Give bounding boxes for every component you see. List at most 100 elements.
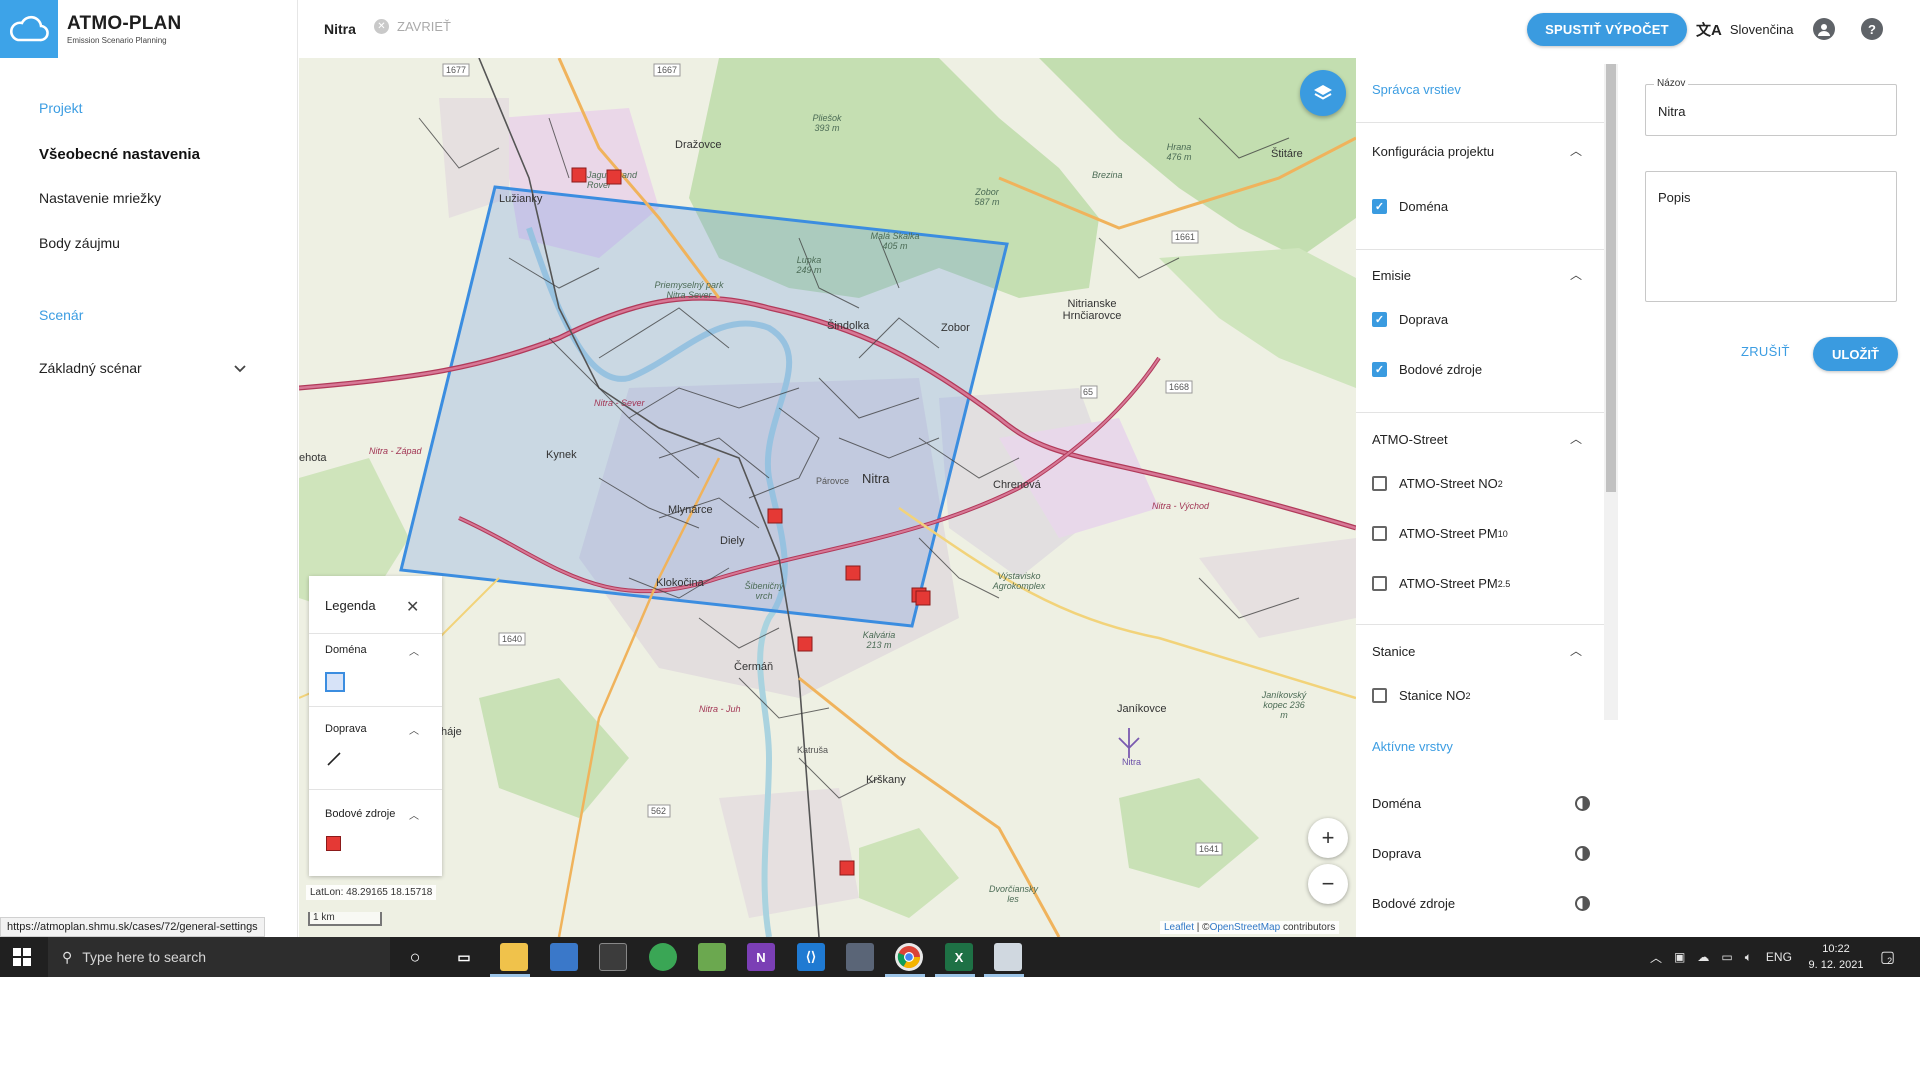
legend-title: Legenda [325, 598, 376, 613]
close-icon[interactable]: ✕ [406, 597, 419, 617]
name-field-value[interactable]: Nitra [1658, 104, 1685, 119]
layer-group-stations[interactable]: Stanice [1372, 644, 1415, 659]
close-circle-icon: ✕ [374, 19, 389, 34]
cloud-icon [0, 0, 58, 58]
description-field[interactable]: Popis [1645, 171, 1897, 302]
chevron-up-icon[interactable]: ︿ [1570, 430, 1582, 447]
point-source-marker[interactable] [767, 508, 783, 524]
chevron-up-icon[interactable]: ︿ [409, 722, 419, 737]
layer-label: ATMO-Street PM [1399, 576, 1498, 591]
calculator-icon[interactable] [846, 943, 874, 971]
cortana-icon[interactable]: ○ [401, 943, 429, 971]
layers-toggle-button[interactable] [1300, 70, 1346, 116]
layer-group-atmo-street[interactable]: ATMO-Street [1372, 432, 1448, 447]
map-legend: Legenda ✕ Doména ︿ Doprava ︿ Bodové zdro… [309, 576, 442, 876]
volume-icon[interactable]: 🔈︎ [1745, 950, 1752, 965]
zoom-in-button[interactable]: + [1308, 818, 1348, 858]
legend-section-domain: Doména [325, 644, 367, 656]
account-icon[interactable] [1813, 18, 1835, 40]
nav-section-project: Projekt [39, 100, 83, 116]
globe-icon[interactable] [649, 943, 677, 971]
zoom-out-button[interactable]: − [1308, 864, 1348, 904]
paint-icon[interactable] [994, 943, 1022, 971]
point-source-marker[interactable] [839, 860, 855, 876]
close-case-label: ZAVRIEŤ [397, 19, 451, 34]
input-language[interactable]: ENG [1766, 950, 1792, 964]
opacity-icon[interactable] [1575, 896, 1590, 911]
active-layer-point-sources: Bodové zdroje [1372, 896, 1456, 911]
settings-form: Názov Nitra Popis [1621, 58, 1920, 937]
vscode-icon[interactable]: ⟨⟩ [797, 943, 825, 971]
language-label: Slovenčina [1729, 22, 1794, 37]
point-source-marker[interactable] [845, 565, 861, 581]
layer-checkbox-atmo-pm25[interactable]: ATMO-Street PM 2.5 [1372, 576, 1510, 591]
language-selector[interactable]: 文A Slovenčina [1696, 19, 1793, 40]
chevron-up-icon[interactable]: ︿ [1650, 949, 1662, 966]
point-source-marker[interactable] [606, 169, 622, 185]
description-placeholder: Popis [1658, 190, 1691, 205]
nav-item-grid-settings[interactable]: Nastavenie mriežky [39, 190, 161, 206]
layer-checkbox-atmo-pm10[interactable]: ATMO-Street PM 10 [1372, 526, 1508, 541]
save-button[interactable]: ULOŽIŤ [1813, 337, 1898, 371]
layer-manager-title: Správca vrstiev [1372, 82, 1461, 97]
outlook-icon[interactable] [550, 943, 578, 971]
leaflet-link[interactable]: Leaflet [1164, 922, 1194, 933]
chevron-up-icon[interactable]: ︿ [409, 807, 419, 822]
chrome-icon[interactable] [895, 943, 923, 971]
layer-subscript: 2 [1497, 478, 1503, 489]
point-source-marker[interactable] [571, 167, 587, 183]
layer-checkbox-point-sources[interactable]: ✓ Bodové zdroje [1372, 362, 1482, 377]
map-view[interactable]: 1677 1667 1661 1668 1640 562 1641 65 Dra… [299, 58, 1356, 937]
snipping-tool-icon[interactable] [698, 943, 726, 971]
nav-item-base-scenario[interactable]: Základný scénar [39, 360, 142, 376]
osm-link[interactable]: OpenStreetMap [1210, 922, 1281, 933]
file-explorer-icon[interactable] [500, 943, 528, 971]
app-logo[interactable]: ATMO-PLAN Emission Scenario Planning [0, 0, 298, 58]
help-icon[interactable]: ? [1861, 18, 1883, 40]
layer-checkbox-atmo-no2[interactable]: ATMO-Street NO 2 [1372, 476, 1503, 491]
chevron-down-icon[interactable] [232, 360, 248, 376]
point-source-marker[interactable] [915, 590, 931, 606]
name-field[interactable]: Názov Nitra [1645, 78, 1897, 136]
checkbox-checked-icon: ✓ [1372, 199, 1387, 214]
cloud-icon[interactable]: ☁ [1697, 950, 1709, 964]
system-clock[interactable]: 10:22 9. 12. 2021 [1806, 941, 1866, 973]
nav-item-points-of-interest[interactable]: Body záujmu [39, 235, 120, 251]
display-icon[interactable]: ▭ [1721, 950, 1732, 964]
chevron-up-icon[interactable]: ︿ [1570, 642, 1582, 659]
nav-item-general-settings[interactable]: Všeobecné nastavenia [39, 146, 200, 163]
point-source-marker[interactable] [797, 636, 813, 652]
sidebar: ATMO-PLAN Emission Scenario Planning Pro… [0, 0, 298, 937]
active-app-indicator [935, 974, 975, 977]
task-view-icon[interactable]: ▭ [450, 943, 478, 971]
terminal-icon[interactable] [599, 943, 627, 971]
layer-checkbox-stations-no2[interactable]: Stanice NO 2 [1372, 688, 1471, 703]
layer-group-emissions[interactable]: Emisie [1372, 268, 1411, 283]
layer-subscript: 2.5 [1497, 578, 1511, 589]
layer-list-scrollbar[interactable] [1604, 64, 1618, 720]
layer-checkbox-traffic[interactable]: ✓ Doprava [1372, 312, 1448, 327]
cancel-button[interactable]: ZRUŠIŤ [1741, 344, 1790, 359]
layer-checkbox-domain[interactable]: ✓ Doména [1372, 199, 1448, 214]
chevron-up-icon[interactable]: ︿ [409, 643, 419, 658]
excel-icon[interactable]: X [945, 943, 973, 971]
network-icon[interactable]: ▣ [1674, 950, 1685, 964]
opacity-icon[interactable] [1575, 846, 1590, 861]
close-case-button[interactable]: ✕ ZAVRIEŤ [374, 19, 451, 34]
layer-group-project-config[interactable]: Konfigurácia projektu [1372, 144, 1494, 159]
divider [1356, 249, 1606, 250]
search-icon: ⚲ [62, 948, 73, 965]
active-layers-title: Aktívne vrstvy [1372, 739, 1453, 754]
windows-start-icon[interactable] [12, 947, 32, 967]
chevron-up-icon[interactable]: ︿ [1570, 266, 1582, 283]
name-field-label: Názov [1654, 78, 1689, 89]
taskbar-search[interactable]: ⚲ Type here to search [48, 937, 390, 977]
layer-list[interactable]: Konfigurácia projektu ︿ ✓ Doména Emisie ︿… [1356, 122, 1606, 778]
chevron-up-icon[interactable]: ︿ [1570, 142, 1582, 159]
opacity-icon[interactable] [1575, 796, 1590, 811]
notification-icon[interactable]: ▢ 2 [1880, 937, 1895, 977]
active-layer-traffic: Doprava [1372, 846, 1422, 861]
run-calculation-button[interactable]: SPUSTIŤ VÝPOČET [1527, 13, 1687, 46]
onenote-icon[interactable]: N [747, 943, 775, 971]
scrollbar-thumb[interactable] [1606, 64, 1616, 492]
